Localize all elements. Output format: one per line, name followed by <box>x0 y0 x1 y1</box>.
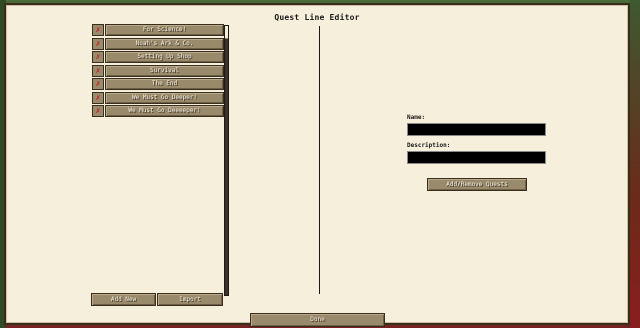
delete-icon[interactable]: ✗ <box>92 78 104 90</box>
add-new-button[interactable]: Add New <box>91 293 156 306</box>
name-field[interactable] <box>407 123 546 136</box>
quest-line-button[interactable]: Survival <box>105 64 224 77</box>
delete-icon[interactable]: ✗ <box>92 24 104 36</box>
quest-line-button[interactable]: Setting Up Shop <box>105 51 224 63</box>
quest-line-button[interactable]: For Science! <box>105 24 224 36</box>
list-item: ✗ We Must Go Deeper! <box>92 91 226 105</box>
list-item: ✗ Noah's Ark & Co. <box>92 37 226 51</box>
quest-line-button[interactable]: The End <box>105 78 224 90</box>
list-item: ✗ We Must Go Deeeeper! <box>92 105 226 118</box>
list-item: ✗ The End <box>92 78 226 91</box>
quest-line-list: ✗ For Science! ✗ Noah's Ark & Co. ✗ Sett… <box>92 24 226 119</box>
quest-line-button[interactable]: We Must Go Deeper! <box>105 91 224 104</box>
window-title: Quest Line Editor <box>274 13 360 22</box>
done-button[interactable]: Done <box>250 313 385 327</box>
scrollbar-thumb[interactable] <box>225 26 228 39</box>
list-item: ✗ For Science! <box>92 24 226 37</box>
name-label: Name: <box>407 114 426 121</box>
quest-line-button[interactable]: Noah's Ark & Co. <box>105 37 224 50</box>
quest-line-button[interactable]: We Must Go Deeeeper! <box>105 105 224 117</box>
list-item: ✗ Setting Up Shop <box>92 51 226 64</box>
delete-icon[interactable]: ✗ <box>92 37 104 50</box>
list-item: ✗ Survival <box>92 64 226 78</box>
quest-line-editor-panel: Quest Line Editor ✗ For Science! ✗ Noah'… <box>4 3 630 325</box>
import-button[interactable]: Import <box>157 293 223 306</box>
delete-icon[interactable]: ✗ <box>92 105 104 117</box>
delete-icon[interactable]: ✗ <box>92 51 104 63</box>
description-label: Description: <box>407 142 451 149</box>
delete-icon[interactable]: ✗ <box>92 91 104 104</box>
panel-divider <box>319 26 320 294</box>
description-field[interactable] <box>407 151 546 164</box>
game-background-right <box>630 0 640 328</box>
list-scrollbar[interactable] <box>224 25 229 296</box>
delete-icon[interactable]: ✗ <box>92 64 104 77</box>
add-remove-quests-button[interactable]: Add/Remove Quests <box>427 178 527 191</box>
